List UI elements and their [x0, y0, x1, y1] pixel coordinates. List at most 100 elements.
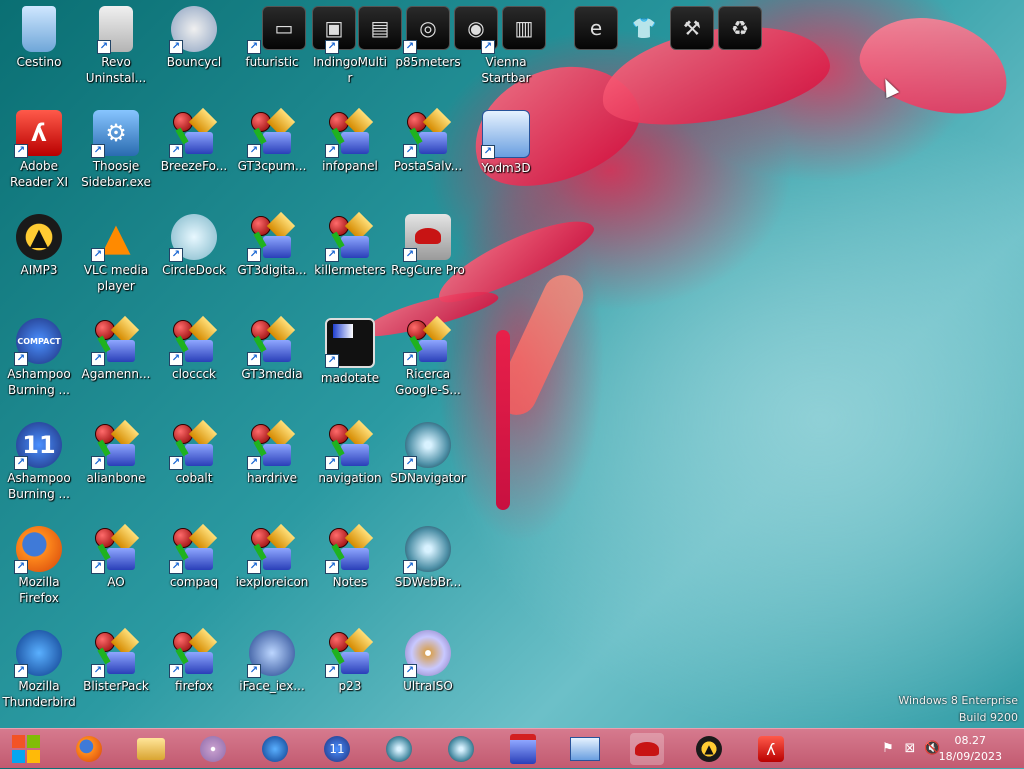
- taskbar-thunderbird[interactable]: [258, 733, 292, 765]
- firefox-icon: [76, 736, 102, 762]
- desktop-icon[interactable]: ↗ PostaSalv...: [390, 107, 466, 174]
- desktop-icon[interactable]: ↗ GT3digita...: [234, 211, 310, 278]
- clock[interactable]: 08.27 18/09/2023: [939, 733, 1002, 765]
- ashampoo-11-icon: 11: [324, 736, 350, 762]
- desktop-icon[interactable]: ↗ alianbone: [78, 419, 154, 486]
- desktop-icon[interactable]: ↗ Yodm3D: [468, 110, 544, 176]
- desktop-icon[interactable]: ↗ BlisterPack: [78, 627, 154, 694]
- gt-widget-icon: ↗: [247, 315, 296, 366]
- tshirt-icon[interactable]: 👕: [622, 6, 666, 50]
- gt-widget-icon: ↗: [169, 315, 218, 366]
- firefox-icon: ↗: [14, 526, 62, 574]
- gt-widget-icon: ↗: [91, 523, 140, 574]
- desktop-icon[interactable]: ʎ ↗ Adobe Reader XI: [1, 110, 77, 190]
- icon-label: SDNavigator: [390, 471, 466, 485]
- taskbar-ashampoo[interactable]: 11: [320, 733, 354, 765]
- desktop-icon[interactable]: ↗ CircleDock: [156, 214, 232, 278]
- desktop-icon[interactable]: ↗ Vienna Startbar: [468, 6, 544, 86]
- taskbar-regcure[interactable]: [630, 733, 664, 765]
- desktop-icon[interactable]: ↗ Mozilla Thunderbird: [1, 630, 77, 710]
- taskbar-gt-widget[interactable]: [506, 733, 540, 765]
- icon-label: Mozilla Thunderbird: [2, 679, 76, 709]
- gt-widget-icon: ↗: [169, 419, 218, 470]
- sd-sphere-icon: ↗: [403, 526, 451, 574]
- desktop-icon[interactable]: ↗ cloccck: [156, 315, 232, 382]
- watermark-build: Build 9200: [958, 711, 1018, 724]
- desktop-icon[interactable]: COMPACT ↗ Ashampoo Burning ...: [1, 318, 77, 398]
- icon-label: Ashampoo Burning ...: [7, 367, 71, 397]
- taskbar-file-explorer[interactable]: [134, 733, 168, 765]
- taskbar-adobe-reader[interactable]: ʎ: [754, 733, 788, 765]
- gt-widget-icon: ↗: [247, 107, 296, 158]
- desktop-icon[interactable]: ↗ BreezeFo...: [156, 107, 232, 174]
- revo-uninstaller-icon: ↗: [97, 6, 133, 54]
- icon-label: Notes: [332, 575, 368, 589]
- taskbar-sdwebbrowser[interactable]: [444, 733, 478, 765]
- desktop-icon[interactable]: ▲ ↗ VLC media player: [78, 214, 154, 294]
- desktop-icon[interactable]: ↗ compaq: [156, 523, 232, 590]
- desktop-icon[interactable]: ↗ infopanel: [312, 107, 388, 174]
- desktop-icon[interactable]: ↗ hardrive: [234, 419, 310, 486]
- network-disconnected-icon[interactable]: ⊠: [902, 741, 918, 757]
- taskbar-sdnavigator[interactable]: [382, 733, 416, 765]
- taskbar-aimp[interactable]: ▲: [692, 733, 726, 765]
- desktop-icon[interactable]: ↗ futuristic: [234, 6, 310, 70]
- start-button[interactable]: [10, 733, 44, 765]
- icon-label: PostaSalv...: [393, 159, 463, 173]
- adobe-reader-icon: ʎ: [758, 736, 784, 762]
- desktop-icon[interactable]: ↗ p23: [312, 627, 388, 694]
- taskbar-yodm3d[interactable]: [568, 733, 602, 765]
- desktop-icon[interactable]: ↗ UltraISO: [390, 630, 466, 694]
- desktop-icon[interactable]: ↗ AO: [78, 523, 154, 590]
- desktop-icon[interactable]: ↗ Mozilla Firefox: [1, 526, 77, 606]
- taskbar-disc[interactable]: [196, 733, 230, 765]
- desktop-icon[interactable]: ↗ Revo Uninstal...: [78, 6, 154, 86]
- desktop-icon[interactable]: ↗ GT3cpum...: [234, 107, 310, 174]
- desktop-icon[interactable]: ↗ iFace_iex...: [234, 630, 310, 694]
- taskbar-firefox[interactable]: [72, 733, 106, 765]
- desktop-icon[interactable]: ↗ iexploreicon: [234, 523, 310, 590]
- thunderbird-icon: ↗: [14, 630, 62, 678]
- desktop-icon[interactable]: ↗ IndingoMultir: [312, 6, 388, 86]
- desktop-icon[interactable]: ↗ Agamenn...: [78, 315, 154, 382]
- icon-label: Ricerca Google-S...: [395, 367, 461, 397]
- thunderbird-icon: [262, 736, 288, 762]
- gt-widget-icon: ↗: [325, 627, 374, 678]
- desktop-icon[interactable]: ↗ p85meters: [390, 6, 466, 70]
- desktop-icon[interactable]: ▲ AIMP3: [1, 214, 77, 278]
- system-tray: ⚑ ⊠ 🔇 08.27 18/09/2023: [844, 729, 1024, 769]
- gt-widget-icon: [510, 734, 536, 764]
- recycle-icon[interactable]: ♻: [718, 6, 762, 50]
- desktop-icon[interactable]: ↗ SDNavigator: [390, 422, 466, 486]
- desktop-icon[interactable]: ↗ navigation: [312, 419, 388, 486]
- gt-widget-icon: ↗: [403, 315, 452, 366]
- speaker-muted-icon[interactable]: 🔇: [924, 741, 940, 757]
- desktop-icon[interactable]: ↗ Ricerca Google-S...: [390, 315, 466, 398]
- icon-label: UltraISO: [403, 679, 453, 693]
- desktop-icon[interactable]: ↗ madotate: [312, 318, 388, 386]
- desktop-icon[interactable]: ↗ killermeters: [312, 211, 388, 278]
- desktop-icon[interactable]: ↗ GT3media: [234, 315, 310, 382]
- icon-label: Mozilla Firefox: [18, 575, 60, 605]
- clock-date: 18/09/2023: [938, 750, 1002, 763]
- desktop-icon[interactable]: ↗ firefox: [156, 627, 232, 694]
- desktop-icon[interactable]: ↗ Bouncycl: [156, 6, 232, 70]
- desktop-icon[interactable]: ↗ SDWebBr...: [390, 526, 466, 590]
- desktop-icon[interactable]: Cestino: [1, 6, 77, 70]
- icon-label: Vienna Startbar: [481, 55, 531, 85]
- desktop-icon[interactable]: ↗ RegCure Pro: [390, 214, 466, 278]
- icon-label: Yodm3D: [481, 161, 531, 175]
- gt-widget-icon: ↗: [247, 211, 296, 262]
- icon-label: Revo Uninstal...: [85, 55, 147, 85]
- icon-label: Adobe Reader XI: [9, 159, 69, 189]
- desktop-icon[interactable]: 11 ↗ Ashampoo Burning ...: [1, 422, 77, 502]
- desktop-icon[interactable]: ↗ cobalt: [156, 419, 232, 486]
- desktop-icon[interactable]: ⚙ ↗ Thoosje Sidebar.exe: [78, 110, 154, 190]
- gt-widget-icon: ↗: [169, 627, 218, 678]
- internet-explorer-icon[interactable]: e: [574, 6, 618, 50]
- icon-label: futuristic: [245, 55, 299, 69]
- desktop-icon[interactable]: ↗ Notes: [312, 523, 388, 590]
- tools-icon[interactable]: ⚒: [670, 6, 714, 50]
- flag-icon[interactable]: ⚑: [880, 741, 896, 757]
- icon-label: madotate: [320, 371, 380, 385]
